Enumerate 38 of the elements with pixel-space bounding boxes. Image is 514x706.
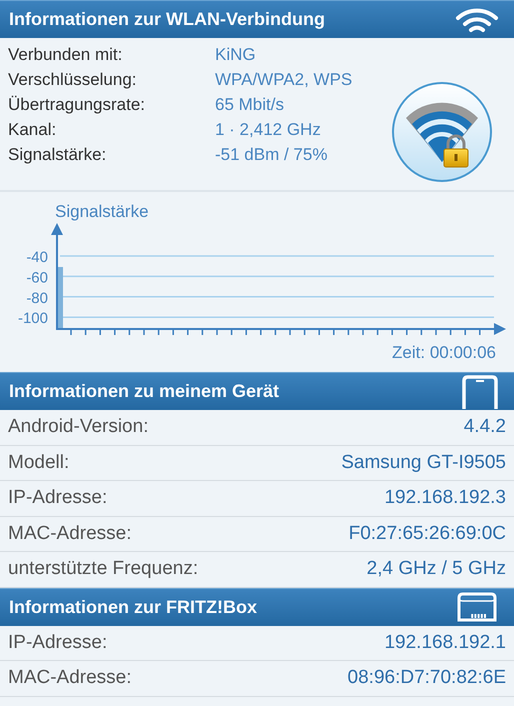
info-label: Übertragungsrate: [8,94,146,114]
wifi-lock-icon [390,80,494,184]
info-value: 08:96:D7:70:82:6E [348,667,506,690]
info-value: KiNG [215,44,256,64]
info-value: 192.168.192.1 [384,632,506,654]
signal-trace [58,267,63,329]
info-label: unterstützte Frequenz: [8,558,198,580]
info-value: Samsung GT-I9505 [341,452,506,474]
info-value: 4.4.2 [464,416,506,438]
info-value: WPA/WPA2, WPS [215,70,352,90]
chart-title: Signalstärke [55,202,149,221]
info-label: Android-Version: [8,416,148,438]
axis-tick-label: -100 [18,310,48,328]
info-label: Verschlüsselung: [8,70,138,90]
info-label: IP-Adresse: [8,632,108,654]
axis-tick-label: -60 [26,269,48,286]
axis-tick-label: -80 [26,290,48,307]
info-value: 192.168.192.3 [384,487,506,510]
info-value: 2,4 GHz / 5 GHz [366,558,506,580]
section-title: Informationen zur FRITZ!Box [9,596,257,618]
info-label: MAC-Adresse: [8,667,132,690]
time-label: Zeit: 00:00:06 [392,343,496,362]
axis-tick-label: -40 [26,249,48,266]
section-title: Informationen zu meinem Gerät [9,381,280,402]
phone-icon [461,374,499,408]
info-value: 1 · 2,412 GHz [215,120,321,140]
router-icon [455,592,499,622]
info-label: Verbunden mit: [8,44,124,64]
info-label: IP-Adresse: [8,487,108,510]
section-title: Informationen zur WLAN-Verbindung [9,9,325,30]
info-label: Modell: [8,452,70,474]
info-value: -51 dBm / 75% [215,144,328,164]
wifi-icon [455,6,499,34]
info-value: F0:27:65:26:69:0C [348,522,506,545]
info-label: MAC-Adresse: [8,522,132,545]
info-label: Signalstärke: [8,144,108,164]
info-value: 65 Mbit/s [215,94,284,114]
info-label: Kanal: [8,120,58,140]
